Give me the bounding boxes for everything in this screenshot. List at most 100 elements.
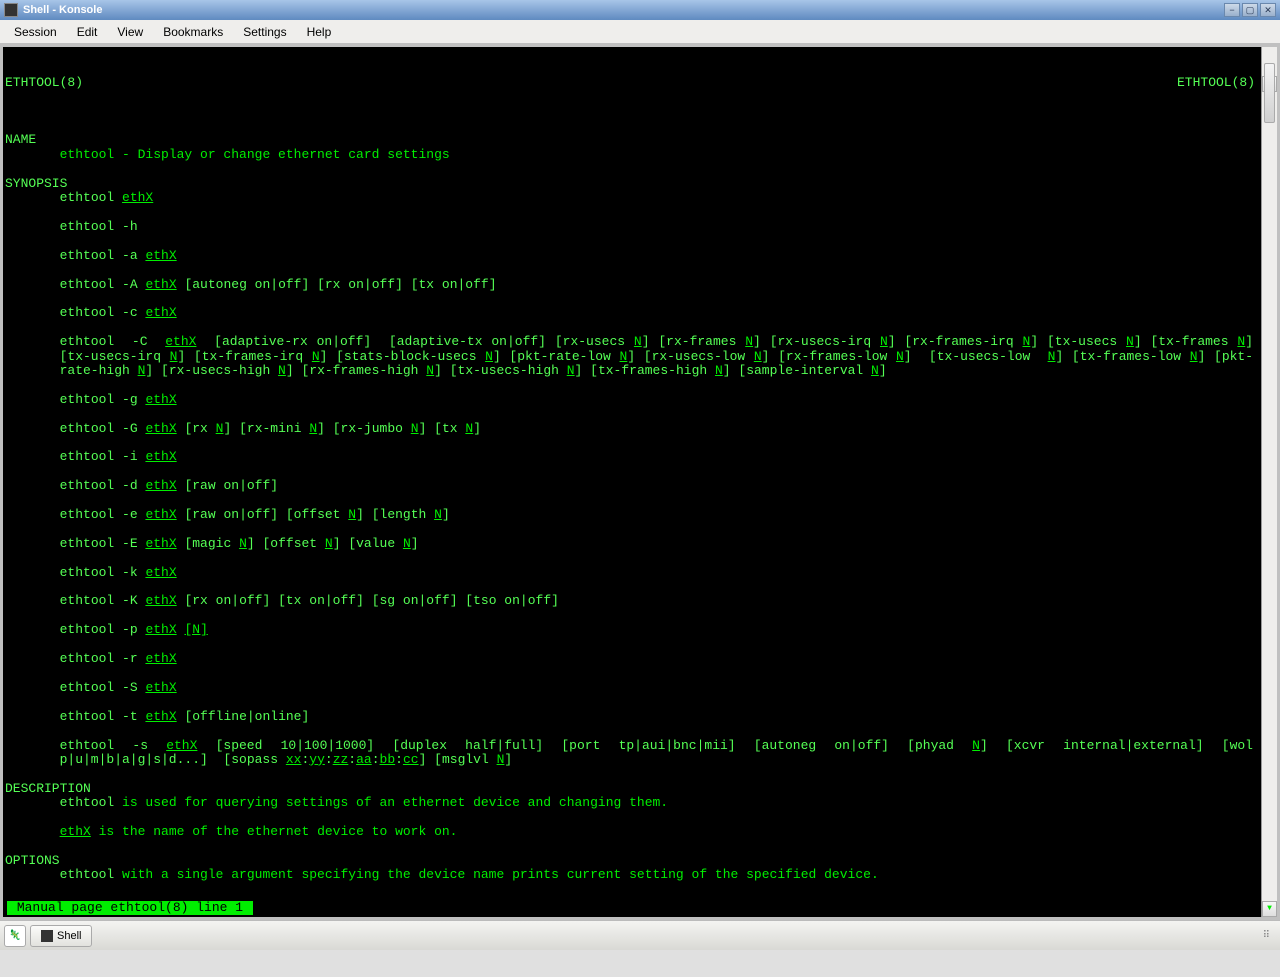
section-synopsis: SYNOPSIS xyxy=(5,176,67,191)
syn-l6-d: N xyxy=(634,334,642,349)
terminal[interactable]: ▲ ▼ ETHTOOL(8)ETHTOOL(8) NAME ethtool - … xyxy=(3,47,1277,917)
section-name: NAME xyxy=(5,132,36,147)
syn-l14-arg: ethX xyxy=(145,593,176,608)
app-icon xyxy=(4,3,18,17)
system-tray[interactable]: ⠿ xyxy=(1257,930,1276,941)
opt-cmd: ethtool xyxy=(60,867,115,882)
syn-l19-b: ethX xyxy=(166,738,197,753)
syn-l1-arg: ethX xyxy=(122,190,153,205)
syn-l8-h: N xyxy=(411,421,419,436)
syn-l17-arg: ethX xyxy=(145,680,176,695)
syn-l6-ao: ] [sample-interval xyxy=(723,363,871,378)
syn-l6-ag: ] [rx-usecs-high xyxy=(145,363,278,378)
syn-l6-an: N xyxy=(715,363,723,378)
syn-l6-e: ] [rx-frames xyxy=(642,334,746,349)
syn-l6-l: N xyxy=(1126,334,1134,349)
syn-l11-f: N xyxy=(434,507,442,522)
terminal-icon xyxy=(41,930,53,942)
syn-l6-s: ] [stats-block-usecs xyxy=(320,349,486,364)
syn-l9-arg: ethX xyxy=(145,449,176,464)
syn-l3-arg: ethX xyxy=(145,248,176,263)
syn-l6-aq: ] xyxy=(879,363,887,378)
syn-l12-a: ethtool -E xyxy=(60,536,146,551)
syn-l6-am: ] [tx-frames-high xyxy=(575,363,715,378)
scroll-thumb[interactable] xyxy=(1264,63,1275,123)
syn-l1-cmd: ethtool xyxy=(60,190,122,205)
window-title: Shell - Konsole xyxy=(23,4,1224,16)
menu-help[interactable]: Help xyxy=(297,23,342,41)
syn-l6-ah: N xyxy=(278,363,286,378)
syn-l19-mac: xx:yy:zz:aa:bb:cc xyxy=(286,752,419,767)
syn-l18-arg: ethX xyxy=(145,709,176,724)
scroll-down-button[interactable]: ▼ xyxy=(1262,901,1277,917)
syn-l12-c: [magic xyxy=(177,536,239,551)
syn-l7-cmd: ethtool -g xyxy=(60,392,146,407)
syn-l14-cmd: ethtool -K xyxy=(60,593,146,608)
syn-l11-b: ethX xyxy=(145,507,176,522)
scrollbar[interactable]: ▲ ▼ xyxy=(1261,47,1277,917)
syn-l17-cmd: ethtool -S xyxy=(60,680,146,695)
menu-settings[interactable]: Settings xyxy=(233,23,296,41)
syn-l11-c: [raw on|off] [offset xyxy=(177,507,349,522)
menu-view[interactable]: View xyxy=(107,23,153,41)
minimize-button[interactable]: − xyxy=(1224,3,1240,17)
syn-l13-cmd: ethtool -k xyxy=(60,565,146,580)
taskbar: 🦎 Shell ⠿ xyxy=(0,920,1280,950)
syn-l8-f: N xyxy=(309,421,317,436)
maximize-button[interactable]: ▢ xyxy=(1242,3,1258,17)
syn-l14-opts: [rx on|off] [tx on|off] [sg on|off] [tso… xyxy=(177,593,559,608)
syn-l16-cmd: ethtool -r xyxy=(60,651,146,666)
syn-l12-b: ethX xyxy=(145,536,176,551)
syn-l6-z: N xyxy=(896,349,904,364)
status-line: Manual page ethtool(8) line 1 xyxy=(7,901,253,915)
syn-l19-d: N xyxy=(972,738,980,753)
syn-l8-e: ] [rx-mini xyxy=(223,421,309,436)
syn-l18-cmd: ethtool -t xyxy=(60,709,146,724)
window-titlebar: Shell - Konsole − ▢ ✕ xyxy=(0,0,1280,20)
close-button[interactable]: ✕ xyxy=(1260,3,1276,17)
syn-l6-ai: ] [rx-frames-high xyxy=(286,363,426,378)
syn-l6-q: ] [tx-frames-irq xyxy=(177,349,311,364)
syn-l6-al: N xyxy=(567,363,575,378)
menu-session[interactable]: Session xyxy=(4,23,67,41)
syn-l10-arg: ethX xyxy=(145,478,176,493)
syn-l6-c: [adaptive-rx on|off] [adaptive-tx on|off… xyxy=(196,334,633,349)
syn-l19-f: ] [msglvl xyxy=(419,752,497,767)
syn-l16-arg: ethX xyxy=(145,651,176,666)
syn-l6-x: N xyxy=(754,349,762,364)
menu-bookmarks[interactable]: Bookmarks xyxy=(153,23,233,41)
syn-l10-cmd: ethtool -d xyxy=(60,478,146,493)
syn-l8-b: ethX xyxy=(145,421,176,436)
syn-l18-opts: [offline|online] xyxy=(177,709,310,724)
syn-l6-k: ] [tx-usecs xyxy=(1030,334,1126,349)
syn-l6-t: N xyxy=(485,349,493,364)
syn-l8-g: ] [rx-jumbo xyxy=(317,421,411,436)
syn-l4-arg: ethX xyxy=(145,277,176,292)
syn-l19-c: [speed 10|100|1000] [duplex half|full] [… xyxy=(197,738,972,753)
syn-l5-cmd: ethtool -c xyxy=(60,305,146,320)
syn-l6-aa: ] [tx-usecs-low xyxy=(904,349,1048,364)
syn-l12-f: N xyxy=(325,536,333,551)
task-label: Shell xyxy=(57,930,81,942)
syn-l12-d: N xyxy=(239,536,247,551)
desc-ethx: ethX xyxy=(60,824,91,839)
syn-l6-w: ] [rx-usecs-low xyxy=(627,349,754,364)
syn-l6-ak: ] [tx-usecs-high xyxy=(434,363,567,378)
start-button[interactable]: 🦎 xyxy=(4,925,26,947)
syn-l12-e: ] [offset xyxy=(247,536,325,551)
syn-l6-h: N xyxy=(880,334,888,349)
syn-l11-g: ] xyxy=(442,507,450,522)
menubar: Session Edit View Bookmarks Settings Hel… xyxy=(0,20,1280,44)
syn-l11-d: N xyxy=(348,507,356,522)
syn-l12-g: ] [value xyxy=(333,536,403,551)
opt-text1: with a single argument specifying the de… xyxy=(114,867,879,882)
menu-edit[interactable]: Edit xyxy=(67,23,108,41)
section-options: OPTIONS xyxy=(5,853,60,868)
syn-l10-opts: [raw on|off] xyxy=(177,478,278,493)
taskbar-task-shell[interactable]: Shell xyxy=(30,925,92,947)
desc-cmd: ethtool xyxy=(60,795,115,810)
desc-text2: is the name of the ethernet device to wo… xyxy=(91,824,458,839)
syn-l8-i: ] [tx xyxy=(419,421,466,436)
syn-l19-h: ] xyxy=(504,752,512,767)
syn-l13-arg: ethX xyxy=(145,565,176,580)
